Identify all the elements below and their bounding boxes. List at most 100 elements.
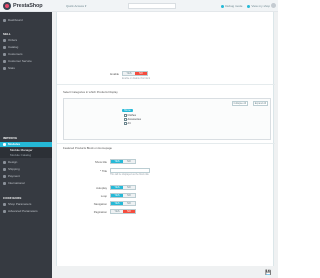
sidebar-item-label: Payment (8, 174, 20, 178)
sidebar-item-modules[interactable]: Modules (0, 142, 52, 147)
view-shop-link[interactable]: View my shop (247, 4, 270, 8)
enable-yes-option[interactable]: YES (123, 72, 135, 75)
sidebar-item-international[interactable]: International (0, 181, 52, 186)
checkbox-icon[interactable] (124, 114, 127, 117)
sidebar-item-label: Design (8, 160, 18, 164)
show-title-no-option[interactable]: NO (123, 160, 135, 163)
sidebar-item-customers[interactable]: Customers (0, 52, 52, 57)
autoplay-yes-option[interactable]: YES (111, 186, 123, 189)
checkbox-icon[interactable] (124, 122, 127, 125)
sidebar-item-shipping[interactable]: Shipping (0, 167, 52, 172)
enable-help: Enable or disable this block (122, 78, 150, 80)
tree-node-clothes[interactable]: Clothes (124, 114, 136, 117)
quick-access-menu[interactable]: Quick Access ▾ (66, 4, 86, 8)
sidebar-item-label: Module Catalog (10, 153, 32, 157)
pagination-no-option[interactable]: NO (123, 210, 135, 213)
title-help: This will be displayed as the block titl… (110, 174, 149, 176)
loop-label: Loop (100, 194, 107, 198)
sidebar-item-label: Catalog (8, 45, 19, 49)
person-icon (3, 53, 6, 56)
sidebar-item-shop-parameters[interactable]: Shop Parameters (0, 202, 52, 207)
eye-icon (247, 4, 251, 8)
navigation-yes-option[interactable]: YES (111, 202, 123, 205)
desktop-icon (3, 161, 6, 164)
sidebar-item-orders[interactable]: Orders (0, 38, 52, 43)
tree-node-art[interactable]: Art (124, 122, 131, 125)
pagination-yes-option[interactable]: YES (111, 210, 123, 213)
cart-icon (3, 39, 6, 42)
prestashop-logo-icon (3, 2, 11, 10)
title-input[interactable] (110, 168, 150, 173)
dashboard-icon (3, 19, 6, 22)
tree-node-home[interactable]: Home (122, 109, 133, 112)
top-bar: PrestaShop Quick Access ▾ Debug mode Vie… (0, 0, 278, 12)
pagination-label: Pagination (93, 210, 107, 214)
navigation-no-option[interactable]: NO (123, 202, 135, 205)
loop-no-option[interactable]: NO (123, 194, 135, 197)
show-title-switch[interactable]: YES NO (110, 159, 136, 164)
enable-no-option[interactable]: NO (135, 72, 147, 75)
autoplay-switch[interactable]: YES NO (110, 185, 136, 190)
sidebar-item-label: International (8, 181, 25, 185)
autoplay-label: Autoplay (96, 186, 107, 190)
expand-all-button[interactable]: Expand All (252, 101, 268, 106)
sidebar-item-design[interactable]: Design (0, 160, 52, 165)
sidebar-item-label: Shop Parameters (8, 202, 32, 206)
logo-text: PrestaShop (13, 3, 43, 9)
navigation-switch[interactable]: YES NO (110, 201, 136, 206)
show-title-label: Show title (94, 160, 107, 164)
card-icon (3, 175, 6, 178)
header-links: Debug mode View my shop (221, 4, 270, 8)
divider (57, 143, 275, 144)
loop-yes-option[interactable]: YES (111, 194, 123, 197)
category-tree: Collapse All Expand All Home Clothes Acc… (63, 98, 271, 140)
chat-icon (3, 60, 6, 63)
tree-node-accessories[interactable]: Accessories (124, 118, 141, 121)
sidebar-item-customer-service[interactable]: Customer Service (0, 59, 52, 64)
puzzle-icon (3, 143, 6, 146)
sidebar: Dashboard SELL Orders Catalog Customers … (0, 12, 52, 278)
enable-switch[interactable]: YES NO (122, 71, 148, 76)
bug-icon (221, 4, 225, 8)
sidebar-item-dashboard[interactable]: Dashboard (0, 18, 52, 23)
store-icon (3, 46, 6, 49)
checkbox-icon[interactable] (124, 118, 127, 121)
save-icon[interactable]: 💾 (265, 270, 272, 276)
chart-icon (3, 67, 6, 70)
sidebar-item-label: Customers (8, 52, 23, 56)
loop-switch[interactable]: YES NO (110, 193, 136, 198)
sidebar-subitem-module-catalog[interactable]: Module Catalog (0, 153, 52, 158)
search-input[interactable] (128, 3, 176, 9)
navigation-label: Navigation (93, 202, 107, 206)
sidebar-item-advanced-parameters[interactable]: Advanced Parameters (0, 209, 52, 214)
category-label: Select Categories in which Products Disp… (63, 90, 118, 94)
enable-label: Enable (110, 72, 119, 76)
pagination-switch[interactable]: YES NO (110, 209, 136, 214)
globe-icon (3, 182, 6, 185)
truck-icon (3, 168, 6, 171)
sidebar-item-label: Orders (8, 38, 18, 42)
collapse-all-button[interactable]: Collapse All (231, 101, 248, 106)
autoplay-no-option[interactable]: NO (123, 186, 135, 189)
logo[interactable]: PrestaShop (3, 2, 43, 10)
sidebar-item-label: Customer Service (8, 59, 32, 63)
debug-mode-link[interactable]: Debug mode (221, 4, 242, 8)
sidebar-item-label: Shipping (8, 167, 20, 171)
gear-icon (3, 210, 6, 213)
show-title-yes-option[interactable]: YES (111, 160, 123, 163)
sidebar-section-sell: SELL (3, 32, 11, 36)
sidebar-section-configure: CONFIGURE (3, 196, 22, 200)
avatar[interactable] (271, 3, 276, 8)
title-label: * Title (100, 169, 107, 173)
sidebar-item-catalog[interactable]: Catalog (0, 45, 52, 50)
main-content: Enable YES NO Enable or disable this blo… (52, 12, 278, 278)
sidebar-item-label: Modules (8, 142, 21, 146)
sidebar-item-stats[interactable]: Stats (0, 66, 52, 71)
config-panel: Enable YES NO Enable or disable this blo… (56, 12, 275, 266)
divider (57, 84, 275, 85)
sidebar-item-label: Advanced Parameters (8, 209, 38, 213)
sidebar-section-improve: IMPROVE (3, 136, 18, 140)
sidebar-item-label: Dashboard (8, 18, 23, 22)
settings-icon (3, 203, 6, 206)
sidebar-item-payment[interactable]: Payment (0, 174, 52, 179)
